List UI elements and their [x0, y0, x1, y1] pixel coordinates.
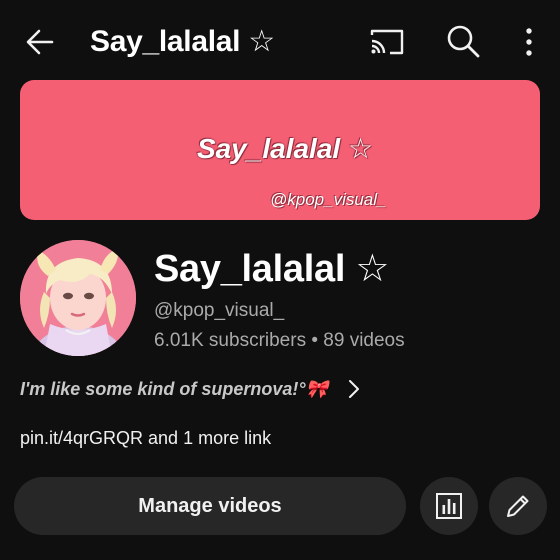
analytics-button[interactable] — [420, 477, 478, 535]
manage-videos-label: Manage videos — [138, 494, 282, 517]
manage-videos-button[interactable]: Manage videos — [14, 477, 406, 535]
analytics-icon — [436, 493, 462, 519]
channel-name: Say_lalalal ☆ — [154, 248, 390, 290]
banner-handle: @kpop_visual_ — [270, 190, 387, 209]
back-arrow-icon[interactable] — [22, 24, 58, 60]
channel-banner: Say_lalalal ☆ @kpop_visual_ — [20, 80, 540, 220]
avatar-image — [20, 240, 136, 356]
top-app-bar: Say_lalalal ☆ — [0, 0, 560, 84]
edit-button[interactable] — [489, 477, 547, 535]
search-icon[interactable] — [444, 22, 482, 60]
channel-stats: 6.01K subscribers • 89 videos — [154, 330, 405, 351]
channel-handle: @kpop_visual_ — [154, 300, 285, 321]
cast-icon[interactable] — [368, 24, 406, 60]
more-vertical-icon[interactable] — [514, 24, 544, 60]
banner-channel-name: Say_lalalal ☆ — [196, 133, 374, 164]
channel-description-row[interactable]: I'm like some kind of supernova!°🎀 — [20, 374, 362, 404]
channel-links[interactable]: pin.it/4qrGRQR and 1 more link — [20, 428, 271, 449]
chevron-right-icon — [348, 380, 359, 398]
channel-description: I'm like some kind of supernova!°🎀 — [20, 378, 328, 399]
page-title: Say_lalalal ☆ — [90, 25, 275, 58]
avatar[interactable] — [20, 240, 136, 356]
edit-pencil-icon — [507, 495, 529, 517]
